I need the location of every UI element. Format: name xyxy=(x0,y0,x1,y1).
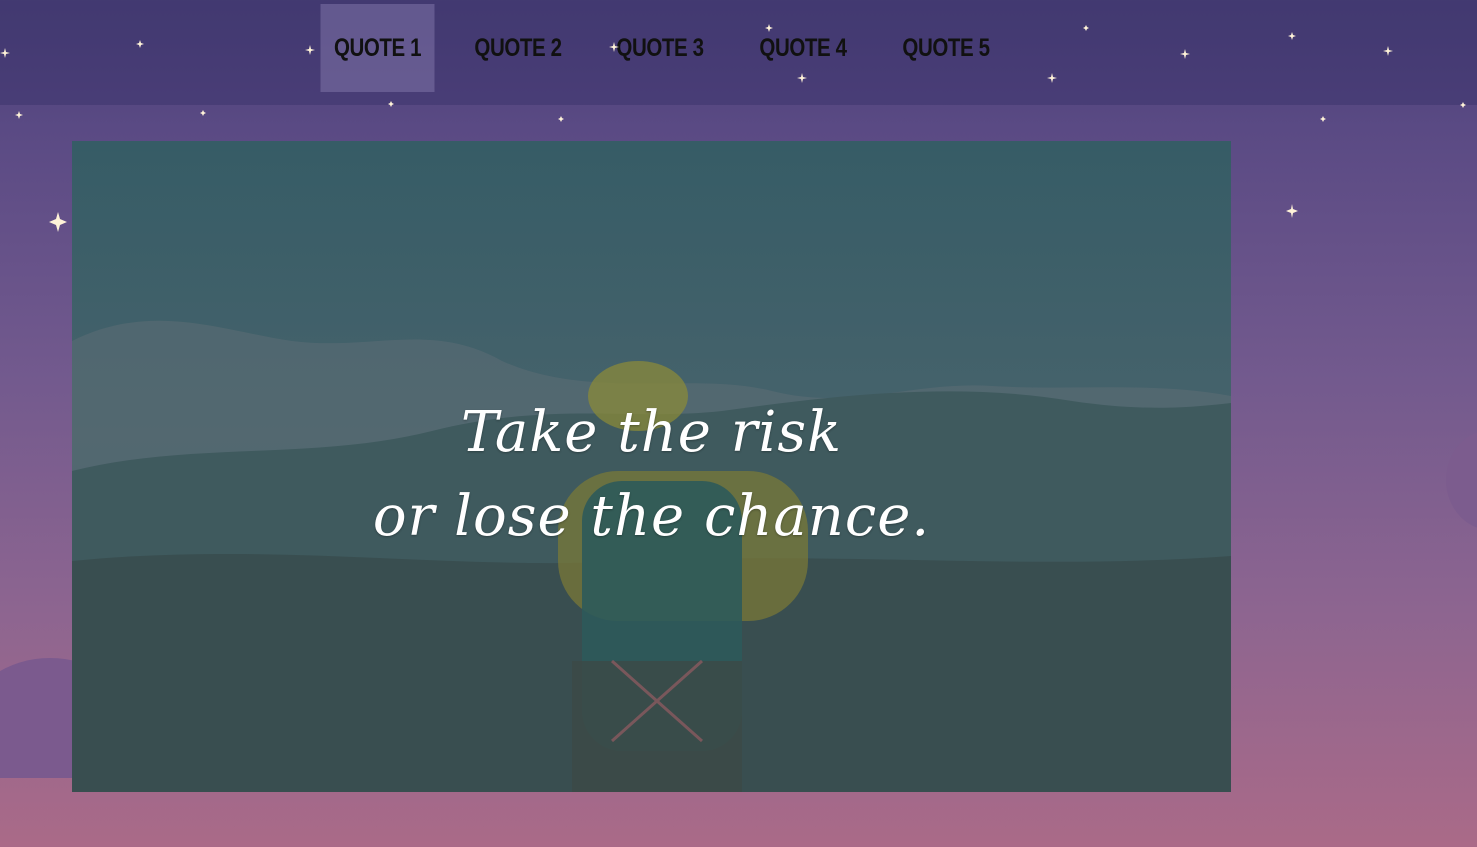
star-icon xyxy=(1320,116,1326,122)
nav-quote-3[interactable]: QUOTE 3 xyxy=(604,4,716,92)
star-icon xyxy=(15,111,23,119)
quote-line-2: or lose the chance. xyxy=(372,484,931,549)
star-icon xyxy=(200,110,206,116)
nav-quote-4[interactable]: QUOTE 4 xyxy=(747,4,859,92)
decorative-moon xyxy=(1446,430,1477,530)
quote-text: Take the risk or lose the chance. xyxy=(72,391,1231,559)
star-icon xyxy=(49,212,67,232)
nav-quote-5[interactable]: QUOTE 5 xyxy=(890,4,1002,92)
quote-line-1: Take the risk xyxy=(460,400,843,465)
star-icon xyxy=(558,116,564,122)
star-icon xyxy=(1286,204,1298,218)
nav-quote-1[interactable]: QUOTE 1 xyxy=(320,4,435,92)
hero-image: Take the risk or lose the chance. xyxy=(72,141,1231,792)
navbar: QUOTE 1 QUOTE 2 QUOTE 3 QUOTE 4 QUOTE 5 xyxy=(0,0,1477,105)
nav-quote-2[interactable]: QUOTE 2 xyxy=(462,4,574,92)
